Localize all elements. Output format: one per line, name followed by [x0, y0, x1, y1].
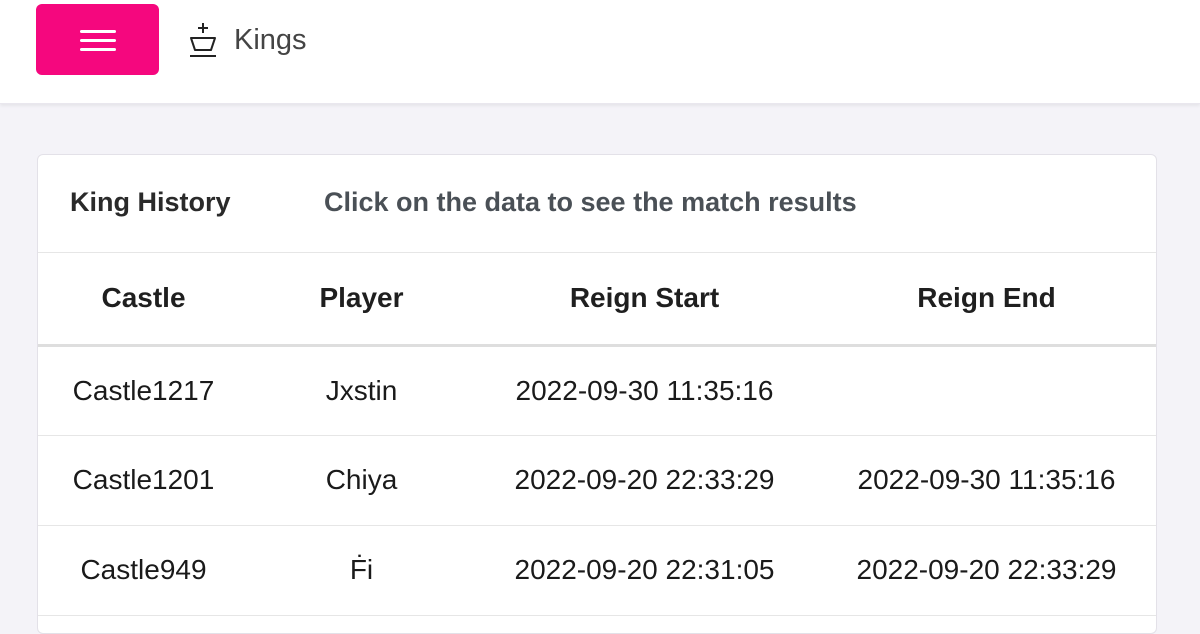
card-header: King History Click on the data to see th…	[38, 155, 1156, 253]
cell-player[interactable]: Chiya	[249, 435, 474, 525]
table-row[interactable]: Castle1217 Jxstin 2022-09-30 11:35:16	[38, 345, 1156, 435]
column-header-reign-start[interactable]: Reign Start	[474, 253, 815, 345]
cell-reign-start[interactable]: 2022-09-20 22:31:05	[474, 525, 815, 615]
card-hint: Click on the data to see the match resul…	[324, 187, 857, 217]
king-history-table: Castle Player Reign Start Reign End Cast…	[38, 253, 1156, 616]
menu-button[interactable]	[36, 4, 159, 75]
chess-king-icon	[190, 23, 216, 57]
table-row[interactable]: Castle949 Ḟi 2022-09-20 22:31:05 2022-09…	[38, 525, 1156, 615]
cell-reign-end[interactable]	[815, 345, 1156, 435]
top-bar: Kings	[0, 0, 1200, 104]
card-title: King History	[70, 187, 231, 217]
hamburger-menu-icon	[79, 28, 116, 52]
cell-castle[interactable]: Castle1201	[38, 435, 249, 525]
table-row[interactable]: Castle1201 Chiya 2022-09-20 22:33:29 202…	[38, 435, 1156, 525]
column-header-player[interactable]: Player	[249, 253, 474, 345]
cell-reign-start[interactable]: 2022-09-30 11:35:16	[474, 345, 815, 435]
table-header-row: Castle Player Reign Start Reign End	[38, 253, 1156, 345]
cell-castle[interactable]: Castle949	[38, 525, 249, 615]
cell-player[interactable]: Ḟi	[249, 525, 474, 615]
brand[interactable]: Kings	[186, 20, 307, 60]
king-history-card: King History Click on the data to see th…	[37, 154, 1157, 634]
column-header-castle[interactable]: Castle	[38, 253, 249, 345]
cell-reign-start[interactable]: 2022-09-20 22:33:29	[474, 435, 815, 525]
column-header-reign-end[interactable]: Reign End	[815, 253, 1156, 345]
page-title: Kings	[234, 23, 307, 56]
cell-castle[interactable]: Castle1217	[38, 345, 249, 435]
cell-player[interactable]: Jxstin	[249, 345, 474, 435]
cell-reign-end[interactable]: 2022-09-20 22:33:29	[815, 525, 1156, 615]
cell-reign-end[interactable]: 2022-09-30 11:35:16	[815, 435, 1156, 525]
